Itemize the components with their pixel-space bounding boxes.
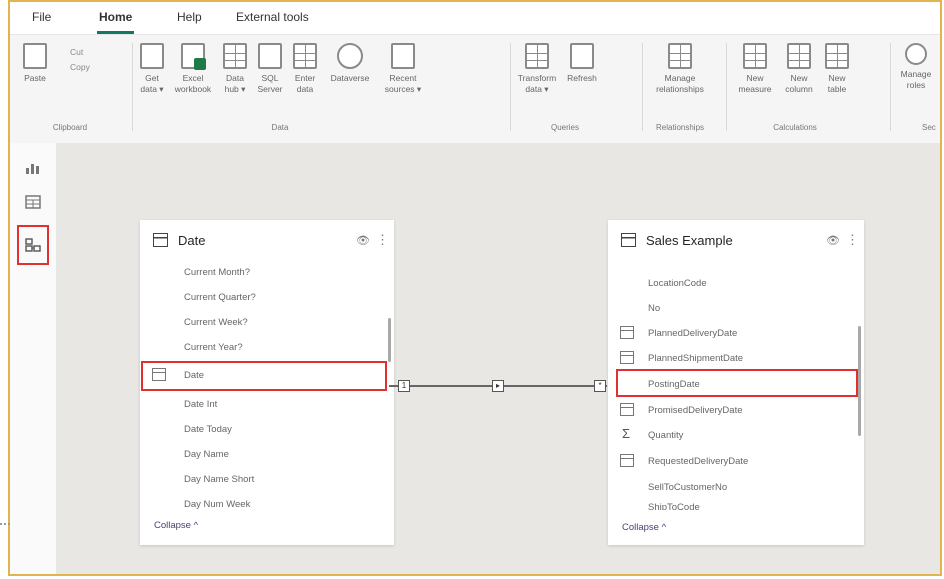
visibility-icon[interactable]: 👁: [356, 234, 370, 247]
field-row[interactable]: PlannedDeliveryDate: [608, 321, 864, 346]
recent-sources-button[interactable]: Recent sources ▾: [380, 43, 426, 95]
field-row[interactable]: Current Year?: [140, 335, 394, 360]
sum-icon: Σ: [622, 426, 631, 441]
group-calculations-label: Calculations: [773, 123, 817, 132]
field-row[interactable]: RequestedDeliveryDate: [608, 449, 864, 474]
group-security-label: Sec: [922, 123, 936, 132]
collapse-link[interactable]: Collapse ^: [622, 522, 666, 533]
ribbon-separator: [510, 43, 511, 131]
enter-data-button[interactable]: Enter data: [289, 43, 321, 95]
more-options-icon[interactable]: ⋮: [846, 232, 859, 248]
person-icon: [905, 43, 927, 65]
refresh-icon: [570, 43, 594, 69]
recent-sources-icon: [391, 43, 415, 69]
dotted-connector: [0, 523, 10, 525]
card-title: Sales Example: [646, 233, 733, 248]
ribbon-separator: [726, 43, 727, 131]
list-fade: [140, 260, 394, 268]
scrollbar[interactable]: [388, 318, 391, 362]
ribbon-separator: [890, 43, 891, 131]
paste-button[interactable]: Paste: [20, 43, 50, 84]
calendar-icon: [620, 454, 634, 467]
scrollbar[interactable]: [858, 326, 861, 436]
new-measure-button[interactable]: New measure: [732, 43, 778, 95]
transform-data-icon: [525, 43, 549, 69]
transform-data-button[interactable]: Transform data ▾: [514, 43, 560, 95]
dataverse-button[interactable]: Dataverse: [324, 43, 376, 84]
data-hub-icon: [223, 43, 247, 69]
calendar-icon: [620, 351, 634, 364]
card-header[interactable]: Sales Example 👁 ⋮: [608, 220, 864, 260]
group-relationships-label: Relationships: [655, 123, 705, 132]
card-title: Date: [178, 233, 206, 248]
sql-server-button[interactable]: SQL Server: [254, 43, 286, 95]
filter-direction-marker: ▸: [492, 380, 504, 392]
manage-relationships-button[interactable]: Manage relationships: [648, 43, 712, 95]
more-options-icon[interactable]: ⋮: [376, 232, 389, 248]
field-row[interactable]: PlannedShipmentDate: [608, 346, 864, 371]
field-row[interactable]: LocationCode: [608, 271, 864, 296]
field-row[interactable]: Day Name: [140, 442, 394, 467]
postingdate-field-highlight: [616, 369, 858, 397]
table-icon: [153, 233, 168, 247]
collapse-link[interactable]: Collapse ^: [154, 520, 198, 531]
field-row[interactable]: Current Week?: [140, 310, 394, 335]
view-rail: [10, 143, 57, 574]
table-view-icon[interactable]: [25, 195, 41, 209]
field-row[interactable]: No: [608, 296, 864, 321]
ribbon-separator: [642, 43, 643, 131]
menu-external-tools[interactable]: External tools: [236, 10, 309, 24]
refresh-button[interactable]: Refresh: [562, 43, 602, 84]
excel-icon: [181, 43, 206, 70]
model-view-icon[interactable]: [25, 238, 41, 252]
excel-workbook-button[interactable]: Excel workbook: [170, 43, 216, 95]
sql-server-icon: [258, 43, 282, 69]
menu-bar: File Home Help External tools: [10, 2, 940, 34]
menu-help[interactable]: Help: [177, 10, 202, 24]
date-field-highlight: [141, 361, 387, 391]
calendar-icon: [620, 403, 634, 416]
new-column-button[interactable]: New column: [780, 43, 818, 95]
menu-home[interactable]: Home: [96, 10, 135, 34]
dataverse-icon: [337, 43, 363, 69]
database-icon: [140, 43, 164, 69]
manage-roles-button[interactable]: Manage roles: [896, 43, 936, 91]
field-row[interactable]: ShipToCode: [608, 500, 864, 510]
table-plus-icon: [293, 43, 317, 69]
card-header[interactable]: Date 👁 ⋮: [140, 220, 394, 260]
ribbon: Paste Cut Copy Clipboard Get data ▾ Exce…: [10, 34, 940, 144]
field-row[interactable]: Day Name Short: [140, 467, 394, 492]
new-column-icon: [787, 43, 811, 69]
data-hub-button[interactable]: Data hub ▾: [218, 43, 252, 95]
cardinality-one-marker: 1: [398, 380, 410, 392]
group-queries-label: Queries: [550, 123, 579, 132]
new-table-button[interactable]: New table: [820, 43, 854, 95]
cardinality-many-marker: *: [594, 380, 606, 392]
app-window: File Home Help External tools Paste Cut …: [8, 0, 942, 576]
group-clipboard-label: Clipboard: [52, 123, 88, 132]
field-row[interactable]: Current Quarter?: [140, 285, 394, 310]
report-view-icon[interactable]: [25, 161, 41, 175]
calendar-icon: [620, 326, 634, 339]
new-table-icon: [825, 43, 849, 69]
field-row[interactable]: SellToCustomerNo: [608, 475, 864, 500]
field-row[interactable]: PromisedDeliveryDate: [608, 398, 864, 423]
field-row[interactable]: Day Num Week: [140, 492, 394, 510]
paste-icon: [23, 43, 47, 69]
visibility-icon[interactable]: 👁: [826, 234, 840, 247]
field-row[interactable]: Date Int: [140, 392, 394, 417]
table-icon: [621, 233, 636, 247]
relationships-icon: [668, 43, 692, 69]
copy-button[interactable]: Copy: [70, 62, 90, 72]
group-data-label: Data: [271, 123, 289, 132]
menu-file[interactable]: File: [32, 10, 51, 24]
cut-button[interactable]: Cut: [70, 47, 83, 57]
field-row[interactable]: Date Today: [140, 417, 394, 442]
get-data-button[interactable]: Get data ▾: [136, 43, 168, 95]
ribbon-separator: [132, 43, 133, 131]
field-row[interactable]: Σ Quantity: [608, 423, 864, 448]
calculator-icon: [743, 43, 767, 69]
